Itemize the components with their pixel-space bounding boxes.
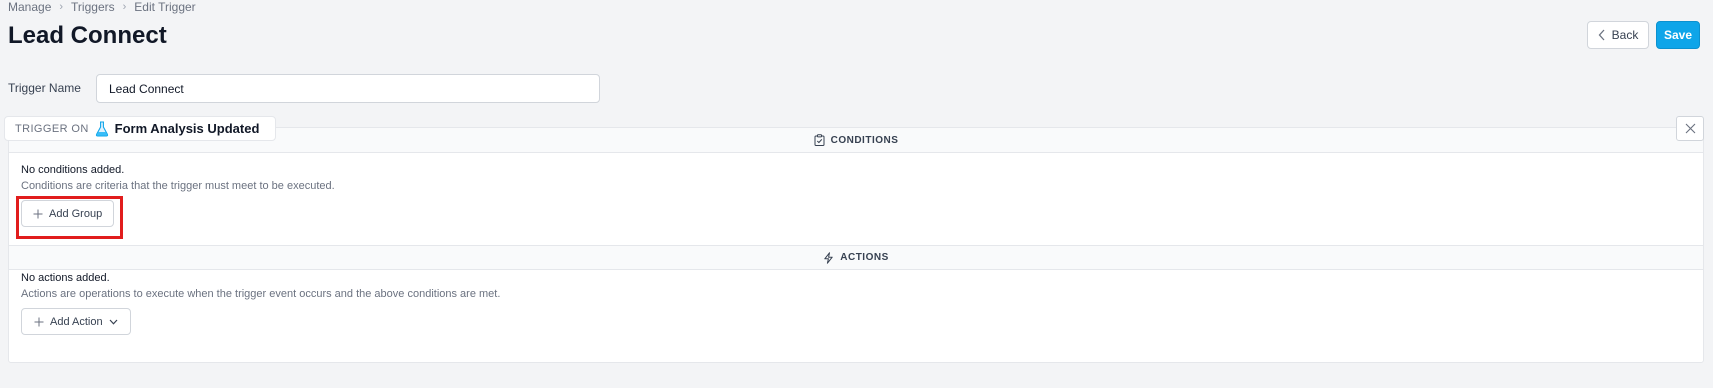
save-button[interactable]: Save <box>1656 21 1700 49</box>
breadcrumb-item-edit-trigger: Edit Trigger <box>134 0 196 14</box>
chevron-right-icon: › <box>59 1 64 13</box>
plus-icon <box>33 209 43 218</box>
trigger-on-chip[interactable]: TRIGGER ON Form Analysis Updated <box>4 116 277 141</box>
conditions-heading: CONDITIONS <box>830 134 899 146</box>
trigger-event-name: Form Analysis Updated <box>114 121 260 136</box>
trigger-on-label: TRIGGER ON <box>15 122 89 135</box>
conditions-empty-title: No conditions added. <box>21 164 125 176</box>
trigger-name-label: Trigger Name <box>8 81 81 95</box>
trigger-name-input[interactable] <box>96 74 600 103</box>
actions-empty-desc: Actions are operations to execute when t… <box>21 288 501 300</box>
add-action-label: Add Action <box>50 315 103 328</box>
close-button[interactable] <box>1676 116 1704 141</box>
clipboard-check-icon <box>814 134 825 146</box>
flask-icon <box>95 120 108 137</box>
chevron-right-icon: › <box>122 1 127 13</box>
actions-empty-title: No actions added. <box>21 272 110 284</box>
plus-icon <box>34 317 44 326</box>
lightning-icon <box>824 251 833 264</box>
chevron-down-icon <box>109 319 118 325</box>
page-title: Lead Connect <box>8 22 167 49</box>
breadcrumb-item-triggers[interactable]: Triggers <box>71 0 115 14</box>
add-group-label: Add Group <box>49 207 103 220</box>
conditions-empty-desc: Conditions are criteria that the trigger… <box>21 180 335 192</box>
breadcrumb: Manage › Triggers › Edit Trigger <box>8 0 196 14</box>
back-button-label: Back <box>1611 28 1639 42</box>
close-icon <box>1685 123 1695 134</box>
actions-heading: ACTIONS <box>840 252 889 263</box>
breadcrumb-item-manage[interactable]: Manage <box>8 0 51 14</box>
actions-header: ACTIONS <box>9 245 1703 270</box>
back-button[interactable]: Back <box>1587 21 1649 49</box>
chevron-left-icon <box>1598 29 1605 41</box>
add-action-button[interactable]: Add Action <box>21 308 131 335</box>
trigger-panel: CONDITIONS No conditions added. Conditio… <box>8 127 1704 363</box>
add-group-button[interactable]: Add Group <box>21 200 115 227</box>
